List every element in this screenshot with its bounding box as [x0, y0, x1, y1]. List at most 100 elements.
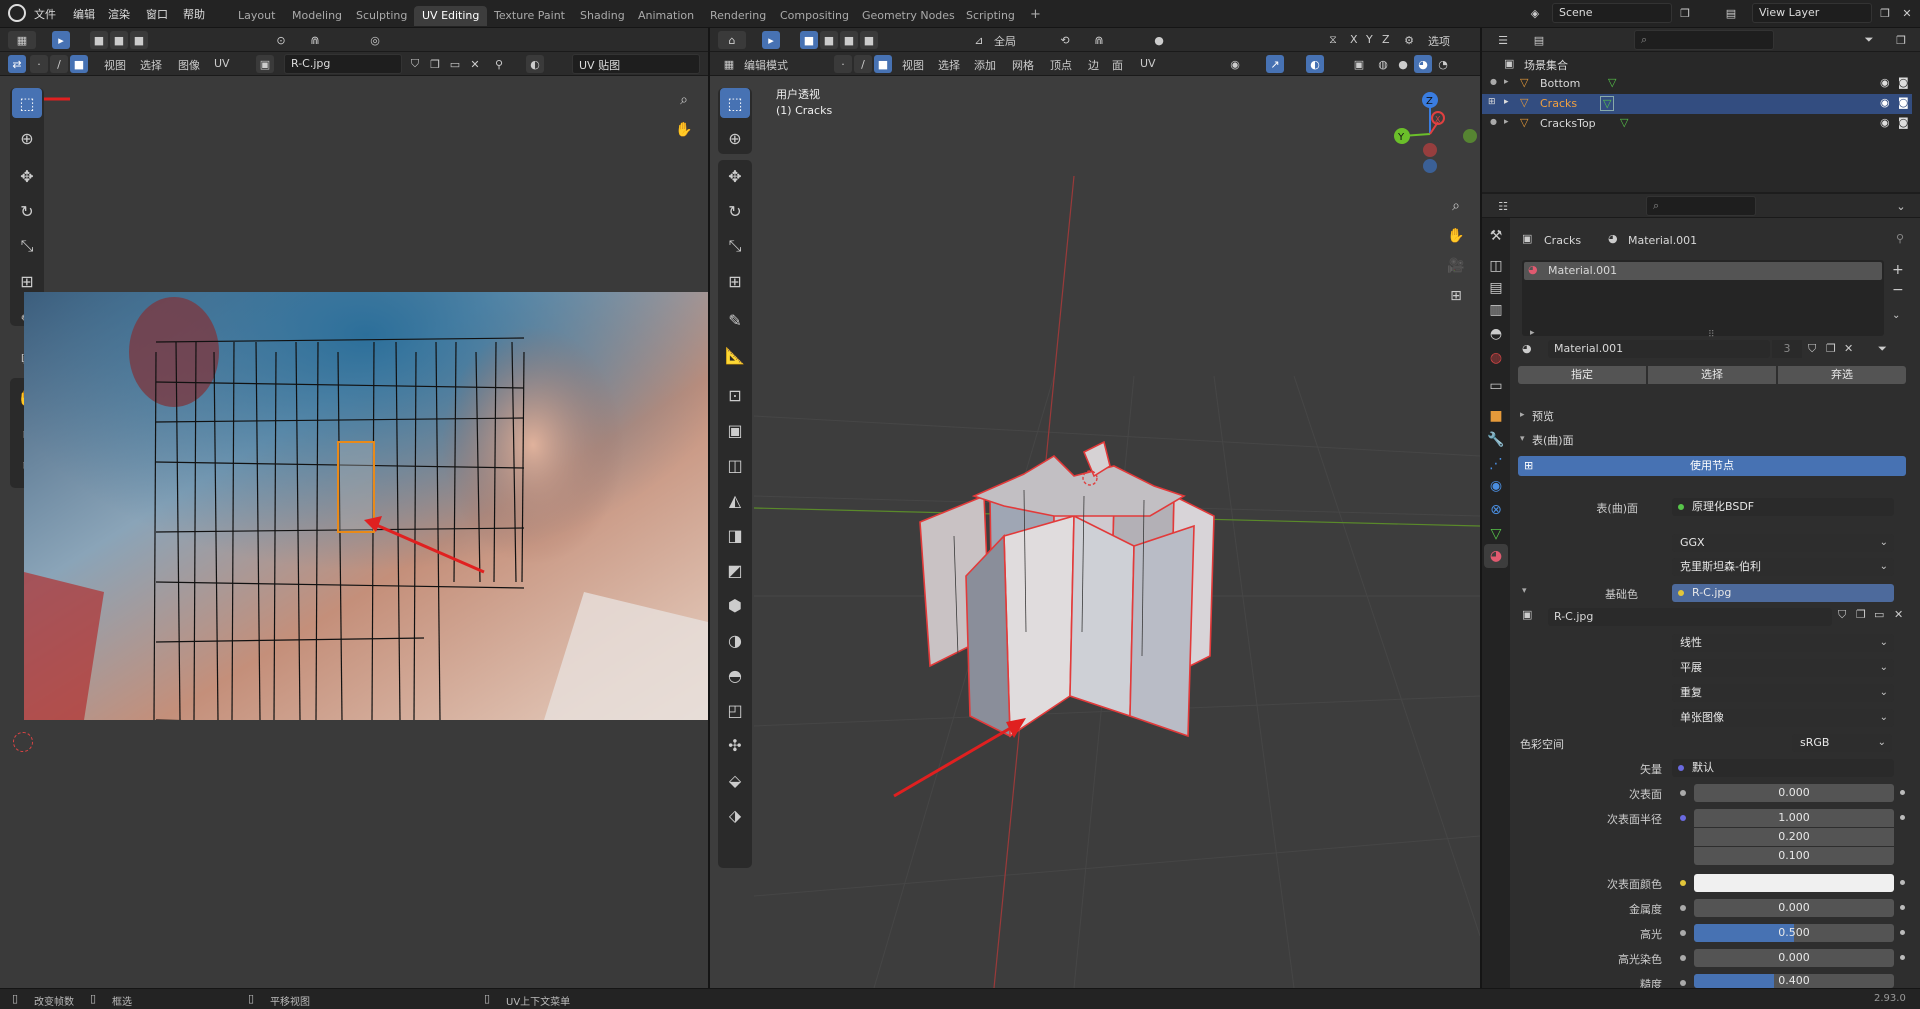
expand-icon[interactable]: ▸ [1504, 97, 1509, 107]
source-dropdown[interactable]: 单张图像 ⌄ [1672, 709, 1894, 727]
properties-editor[interactable]: ☷ ⌕ ⌄ ⚒ ◫ ▤ ▥ ◓ ◍ ▭ ■ 🔧 ⋰ ◉ ⊗ ▽ ◕ ▣ Crac… [1482, 194, 1920, 991]
vp-tool-bevel-icon[interactable]: ◭ [720, 485, 750, 515]
uv-overlay-icon[interactable]: ◐ [526, 55, 544, 73]
vp-edge-select-icon[interactable]: / [854, 55, 872, 73]
vp-tool-smooth-icon[interactable]: ◓ [720, 660, 750, 690]
remove-slot-icon[interactable]: − [1892, 282, 1904, 298]
specular-tint-field[interactable]: 0.000 [1694, 949, 1894, 967]
vp-tool-shrink-icon[interactable]: ✣ [720, 730, 750, 760]
vp-menu-view[interactable]: 视图 [902, 57, 924, 73]
menu-render[interactable]: 渲染 [108, 6, 130, 22]
color-space-dropdown[interactable]: sRGB ⌄ [1792, 734, 1892, 752]
visibility-icon[interactable]: ◉ [1226, 55, 1244, 73]
vp-menu-vertex[interactable]: 顶点 [1050, 57, 1072, 73]
vector-field[interactable]: 默认 [1672, 759, 1894, 777]
select-new-icon[interactable]: ■ [90, 31, 108, 49]
duplicate-material-icon[interactable]: ❐ [1826, 342, 1836, 355]
physics-tab-icon[interactable]: ◉ [1484, 474, 1508, 498]
2d-cursor-icon[interactable] [13, 732, 33, 752]
tab-modeling[interactable]: Modeling [284, 6, 350, 26]
vp-tool-add-cube-icon[interactable]: ⊡ [720, 380, 750, 410]
blender-logo-icon[interactable] [8, 4, 26, 22]
eye-icon[interactable]: ◉ [1880, 76, 1890, 89]
menu-window[interactable]: 窗口 [146, 6, 168, 22]
camera-icon[interactable]: ◙ [1898, 96, 1909, 109]
scene-icon[interactable]: ◈ [1526, 4, 1544, 22]
mirror-y[interactable]: Y [1366, 33, 1373, 46]
surface-panel-label[interactable]: 表(曲)面 [1532, 432, 1574, 448]
vp-tool-measure-icon[interactable]: 📐 [720, 340, 750, 370]
vp-tool-rotate-icon[interactable]: ↻ [720, 196, 750, 226]
vp-tool-transform-icon[interactable]: ⊞ [720, 266, 750, 296]
select-button[interactable]: 选择 [1648, 366, 1776, 384]
camera-icon[interactable]: ◙ [1898, 76, 1909, 89]
view-layer-icon[interactable]: ▤ [1722, 4, 1740, 22]
viewport-select-intersect-icon[interactable]: ■ [860, 31, 878, 49]
vp-tool-select-icon[interactable]: ⬚ [720, 88, 750, 118]
properties-search-input[interactable]: ⌕ [1646, 196, 1756, 216]
tab-rendering[interactable]: Rendering [702, 6, 774, 26]
camera-icon[interactable]: ◙ [1898, 116, 1909, 129]
xray-icon[interactable]: ▣ [1350, 55, 1368, 73]
tab-uv-editing[interactable]: UV Editing [414, 6, 488, 26]
shading-wireframe-icon[interactable]: ◍ [1374, 55, 1392, 73]
metallic-field[interactable]: 0.000 [1694, 899, 1894, 917]
vp-menu-select[interactable]: 选择 [938, 57, 960, 73]
viewport-select-box-icon[interactable]: ▸ [762, 31, 780, 49]
pivot-icon[interactable]: ⊙ [272, 31, 290, 49]
preview-panel-label[interactable]: 预览 [1532, 408, 1554, 424]
specular-slider[interactable]: 0.500 [1694, 924, 1894, 942]
snap-icon[interactable]: ⋒ [306, 31, 324, 49]
data-tab-icon[interactable]: ▽ [1484, 522, 1508, 546]
output-tab-icon[interactable]: ▤ [1484, 276, 1508, 300]
subsurface-radius-y[interactable]: 0.200 [1694, 828, 1894, 846]
assign-button[interactable]: 指定 [1518, 366, 1646, 384]
outliner-item-cracks[interactable]: ⊞ ▸ ▽ Cracks ▽ ◉ ◙ [1482, 94, 1912, 114]
pin-icon[interactable]: ⚲ [1896, 232, 1904, 245]
add-slot-icon[interactable]: + [1892, 262, 1904, 278]
subsurface-radius-x[interactable]: 1.000 [1694, 809, 1894, 827]
select-subtract-icon[interactable]: ■ [130, 31, 148, 49]
shading-material-icon[interactable]: ◕ [1414, 55, 1432, 73]
extension-dropdown[interactable]: 重复 ⌄ [1672, 684, 1894, 702]
vp-tool-extrude-icon[interactable]: ▣ [720, 415, 750, 445]
properties-editor-type-icon[interactable]: ☷ [1490, 197, 1516, 215]
3d-viewport[interactable]: ⌂ ▸ ■ ■ ■ ■ ⊿ 全局 ⟲ ⋒ ● ⧖ X Y Z ⚙ 选项 ▦ 编辑… [710, 28, 1480, 988]
select-extend-icon[interactable]: ■ [110, 31, 128, 49]
expand-icon[interactable]: ▸ [1504, 117, 1509, 127]
uv-menu-select[interactable]: 选择 [140, 57, 162, 73]
vp-tool-polybuild-icon[interactable]: ⬢ [720, 590, 750, 620]
image-texture-field[interactable]: R-C.jpg [1548, 608, 1832, 626]
subsurface-color-swatch[interactable] [1694, 874, 1894, 892]
vp-tool-loopcut-icon[interactable]: ◨ [720, 520, 750, 550]
zoom-icon[interactable]: ⌕ [672, 88, 696, 112]
vp-tool-edge-slide-icon[interactable]: ◰ [720, 695, 750, 725]
properties-options-icon[interactable]: ⌄ [1892, 197, 1910, 215]
vp-menu-add[interactable]: 添加 [974, 57, 996, 73]
image-fake-user-icon[interactable]: ⛉ [1838, 608, 1846, 622]
uv-menu-view[interactable]: 视图 [104, 57, 126, 73]
uv-menu-uv[interactable]: UV [214, 57, 230, 70]
view-layer-tab-icon[interactable]: ▥ [1484, 298, 1508, 322]
subsurface-radius-z[interactable]: 0.100 [1694, 847, 1894, 865]
open-image-icon[interactable]: ▭ [446, 55, 464, 73]
vp-tool-scale-icon[interactable]: ⤡ [720, 231, 750, 261]
eye-icon[interactable]: ◉ [1880, 96, 1890, 109]
outliner-item-bottom[interactable]: ● ▸ ▽ Bottom ▽ ◉ ◙ [1482, 74, 1912, 94]
vp-tool-inset-icon[interactable]: ◫ [720, 450, 750, 480]
orientation-icon[interactable]: ⊿ [970, 31, 988, 49]
selected-uv-face[interactable] [337, 441, 375, 533]
uv-editor[interactable]: ▦ ▸ ■ ■ ■ ⊙ ⋒ ◎ ⇄ · / ■ 视图 选择 图像 UV ▣ R-… [0, 28, 708, 988]
tab-sculpting[interactable]: Sculpting [348, 6, 415, 26]
interpolation-dropdown[interactable]: 线性 ⌄ [1672, 634, 1894, 652]
menu-edit[interactable]: 编辑 [73, 6, 95, 22]
tab-layout[interactable]: Layout [230, 6, 283, 26]
vp-menu-uv[interactable]: UV [1140, 57, 1156, 70]
image-browse-icon[interactable]: ▣ [256, 55, 274, 73]
scene-tab-icon[interactable]: ◓ [1484, 322, 1508, 346]
tab-texture-paint[interactable]: Texture Paint [486, 6, 573, 26]
image-open-icon[interactable]: ▭ [1874, 608, 1884, 621]
pin-icon[interactable]: ⚲ [490, 55, 508, 73]
new-collection-icon[interactable]: ❐ [1892, 31, 1910, 49]
tool-tab-icon[interactable]: ⚒ [1484, 224, 1508, 248]
